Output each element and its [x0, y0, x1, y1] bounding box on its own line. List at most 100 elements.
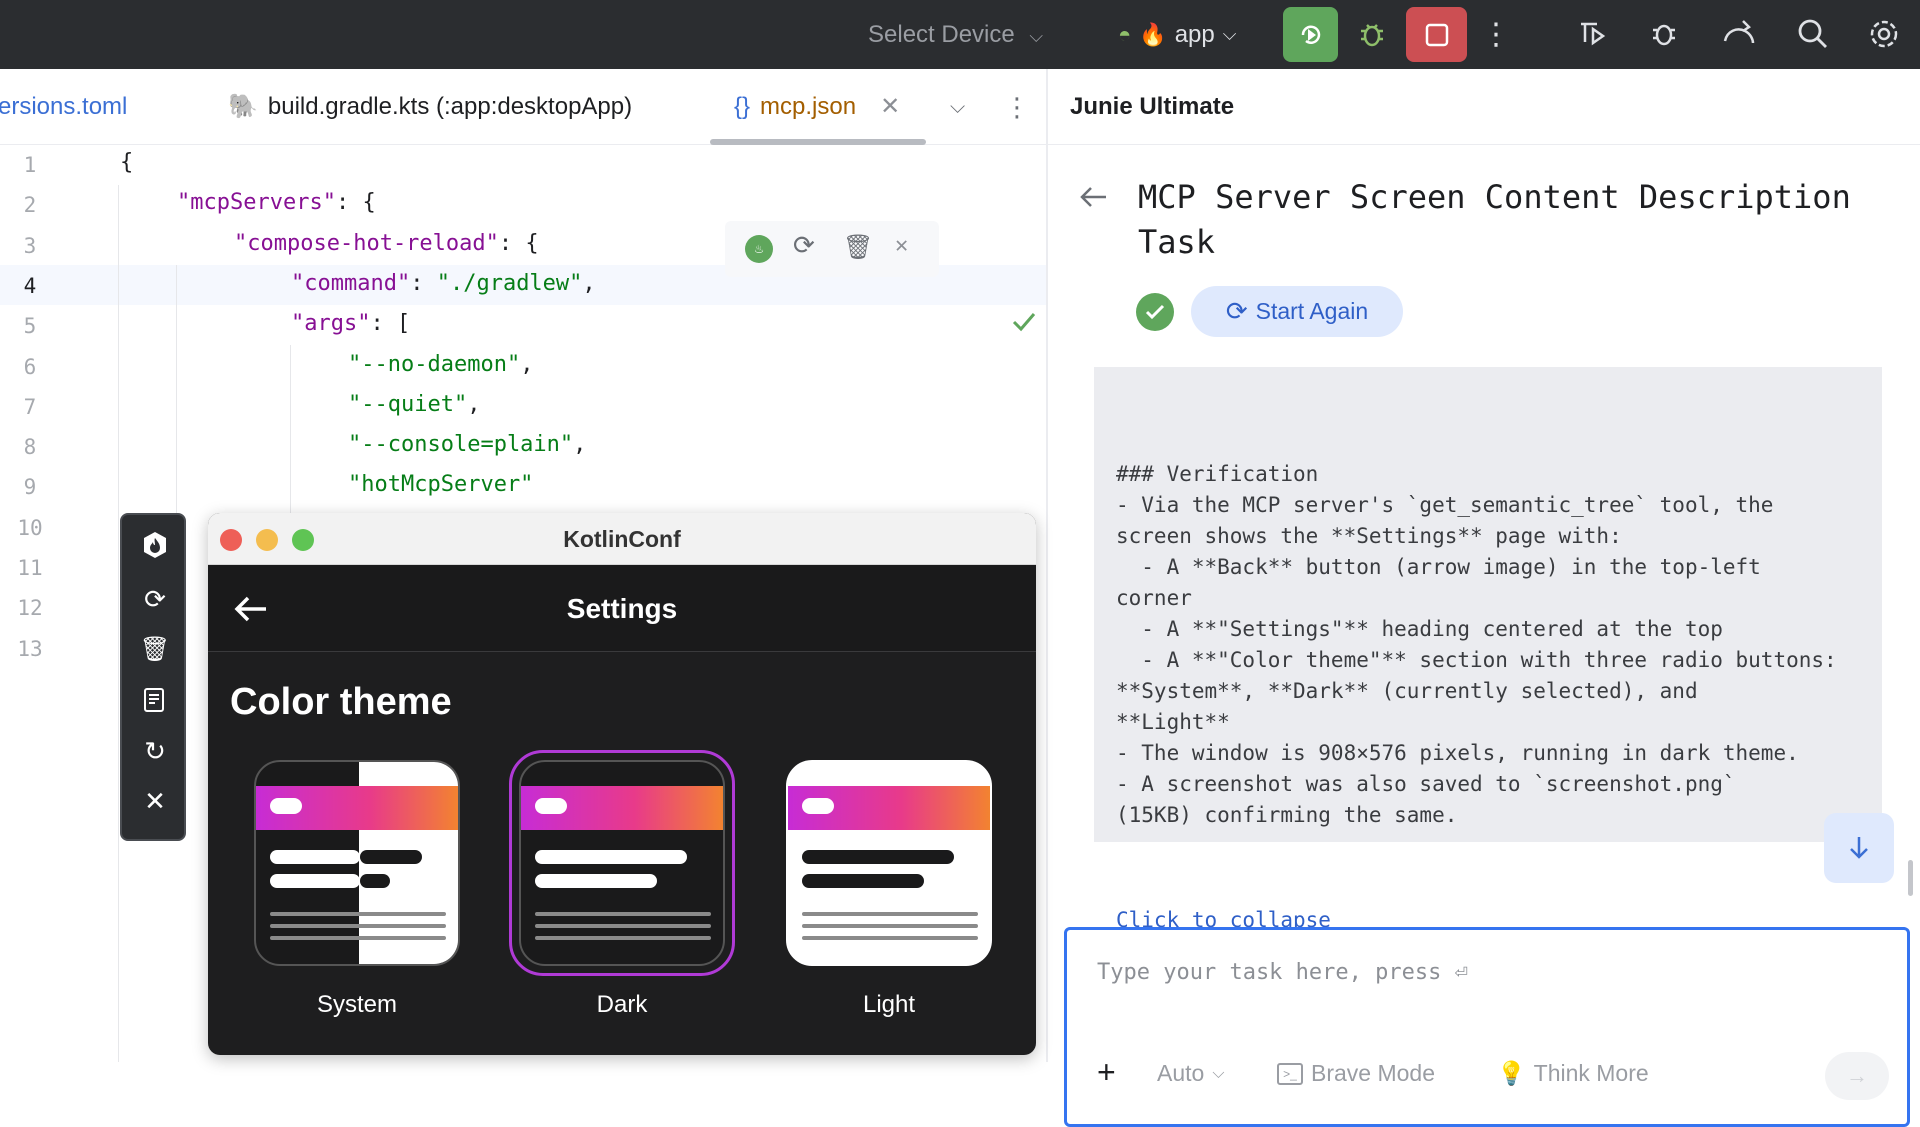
debug-button[interactable] — [1348, 10, 1396, 58]
task-input-box[interactable]: Type your task here, press ⏎ + Auto ⌵ >_… — [1064, 927, 1910, 1127]
kotlinconf-app-window: KotlinConf Settings Color theme System D… — [208, 513, 1036, 1055]
log-document-icon[interactable] — [139, 685, 171, 717]
text-line — [802, 912, 978, 916]
text-line — [270, 924, 446, 928]
brave-mode-toggle[interactable]: >_ Brave Mode — [1277, 1060, 1435, 1087]
theme-option-dark[interactable] — [519, 760, 725, 966]
add-attachment-icon[interactable]: + — [1097, 1054, 1116, 1091]
chevron-down-icon: ⌵ — [1212, 1064, 1225, 1082]
more-vertical-icon[interactable]: ⋮ — [1004, 69, 1030, 145]
search-button[interactable] — [1789, 10, 1837, 58]
tab-build-gradle[interactable]: 🐘 build.gradle.kts (:app:desktopApp) — [228, 69, 632, 145]
line-number: 11 — [17, 556, 43, 580]
scroll-down-button[interactable] — [1824, 813, 1894, 883]
theme-label-system: System — [316, 991, 397, 1018]
rerun-icon — [1301, 25, 1320, 44]
text-line — [802, 924, 978, 928]
run-config-label: app — [1174, 21, 1215, 48]
brave-mode-label: Brave Mode — [1311, 1060, 1436, 1086]
inline-hot-reload-toolbar: ♨ ⟳ 🗑 ✕ — [725, 221, 939, 277]
code-token: "--console=plain" — [348, 432, 574, 458]
theme-label-dark: Dark — [596, 991, 648, 1018]
code-line: "compose-hot-reload": { — [234, 231, 539, 256]
stop-button[interactable] — [1406, 7, 1467, 62]
line-number: 8 — [23, 435, 37, 460]
window-title: KotlinConf — [563, 526, 681, 552]
more-vertical-icon[interactable]: ⋮ — [1472, 10, 1520, 58]
text-line — [270, 936, 446, 940]
code-token: "hotMcpServer" — [348, 472, 534, 498]
code-token: { — [120, 150, 134, 175]
trash-icon[interactable]: 🗑 — [843, 233, 873, 261]
hot-reload-flame-icon[interactable] — [139, 529, 171, 561]
code-token: : { — [498, 230, 539, 256]
task-input-placeholder: Type your task here, press ⏎ — [1097, 960, 1468, 985]
pill — [535, 798, 567, 814]
settings-button[interactable] — [1860, 10, 1908, 58]
json-braces-icon: {} — [734, 93, 751, 120]
trash-icon[interactable]: 🗑 — [139, 633, 171, 665]
debug-attach-button[interactable] — [1642, 10, 1690, 58]
verification-text: ### Verification - Via the MCP server's `… — [1116, 459, 1882, 831]
accent-gradient-bar — [256, 786, 458, 830]
model-selector-label: Auto — [1157, 1060, 1205, 1086]
hot-reload-flame-icon[interactable]: ♨ — [745, 235, 773, 263]
verification-line: (15KB) confirming the same. — [1116, 803, 1458, 827]
reload-icon[interactable]: ⟳ — [793, 231, 815, 261]
lightbulb-icon: 💡 — [1497, 1060, 1526, 1086]
theme-option-light[interactable] — [786, 760, 992, 966]
text-line — [360, 850, 422, 864]
junie-task-view: MCP Server Screen Content Description Ta… — [1048, 145, 1920, 1127]
verification-line: - Via the MCP server's `get_semantic_tre… — [1116, 493, 1774, 517]
line-number: 3 — [23, 233, 37, 258]
code-line: "--no-daemon", — [348, 352, 533, 377]
theme-option-system[interactable] — [254, 760, 460, 966]
tab-versions-toml[interactable]: versions.toml — [0, 69, 127, 145]
code-token: : — [410, 270, 437, 296]
hot-reload-floating-panel: ⟳ 🗑 ↻ ✕ — [120, 513, 186, 841]
settings-app-bar: Settings — [208, 565, 1036, 652]
close-icon[interactable]: ✕ — [895, 233, 908, 258]
android-icon: ◓ — [1118, 22, 1132, 47]
verification-line: - A **"Color theme"** section with three… — [1116, 648, 1837, 672]
junie-panel-title: Junie Ultimate — [1048, 69, 1920, 145]
code-token: , — [467, 391, 481, 417]
editor-tab-bar: versions.toml 🐘 build.gradle.kts (:app:d… — [0, 69, 1046, 145]
verification-line: corner — [1116, 586, 1192, 610]
back-arrow-icon[interactable] — [1078, 183, 1110, 211]
run-config-selector[interactable]: ◓ 🔥 app ⌵ — [1118, 0, 1236, 69]
line-number: 4 — [23, 273, 37, 298]
profile-icon — [1581, 22, 1606, 46]
verification-line: screen shows the **Settings** page with: — [1116, 524, 1622, 548]
text-line — [802, 936, 978, 940]
tabs-dropdown-icon[interactable]: ⌵ — [950, 69, 965, 145]
rerun-button[interactable] — [1283, 7, 1338, 62]
sync-gradle-button[interactable] — [1716, 10, 1764, 58]
device-selector[interactable]: Select Device ⌵ — [868, 0, 1043, 69]
profile-button[interactable] — [1568, 10, 1616, 58]
scrollbar-thumb[interactable] — [1908, 860, 1913, 896]
start-again-button[interactable]: ⟳ Start Again — [1191, 286, 1403, 337]
text-line — [535, 936, 711, 940]
accent-gradient-bar — [521, 786, 723, 830]
close-icon[interactable]: ✕ — [880, 69, 900, 145]
tab-mcp-json[interactable]: {} mcp.json ✕ — [734, 69, 900, 145]
text-line — [270, 912, 446, 916]
code-line: { — [120, 150, 133, 175]
text-line — [802, 874, 924, 888]
device-selector-label: Select Device — [868, 21, 1015, 48]
fire-icon: 🔥 — [1139, 22, 1167, 47]
task-title: MCP Server Screen Content Description Ta… — [1138, 178, 1851, 261]
send-button[interactable]: → — [1825, 1052, 1889, 1100]
verification-line: - A **Back** button (arrow image) in the… — [1116, 555, 1761, 579]
code-token: , — [582, 270, 596, 296]
text-line — [270, 874, 360, 888]
code-token: "compose-hot-reload" — [234, 230, 499, 256]
think-more-toggle[interactable]: 💡 Think More — [1497, 1060, 1649, 1087]
close-icon[interactable]: ✕ — [139, 785, 171, 817]
tab-label: versions.toml — [0, 93, 128, 120]
restart-icon[interactable]: ↻ — [139, 735, 171, 767]
model-selector[interactable]: Auto ⌵ — [1157, 1060, 1224, 1087]
reload-icon[interactable]: ⟳ — [139, 583, 171, 615]
code-line: "args": [ — [291, 311, 410, 336]
